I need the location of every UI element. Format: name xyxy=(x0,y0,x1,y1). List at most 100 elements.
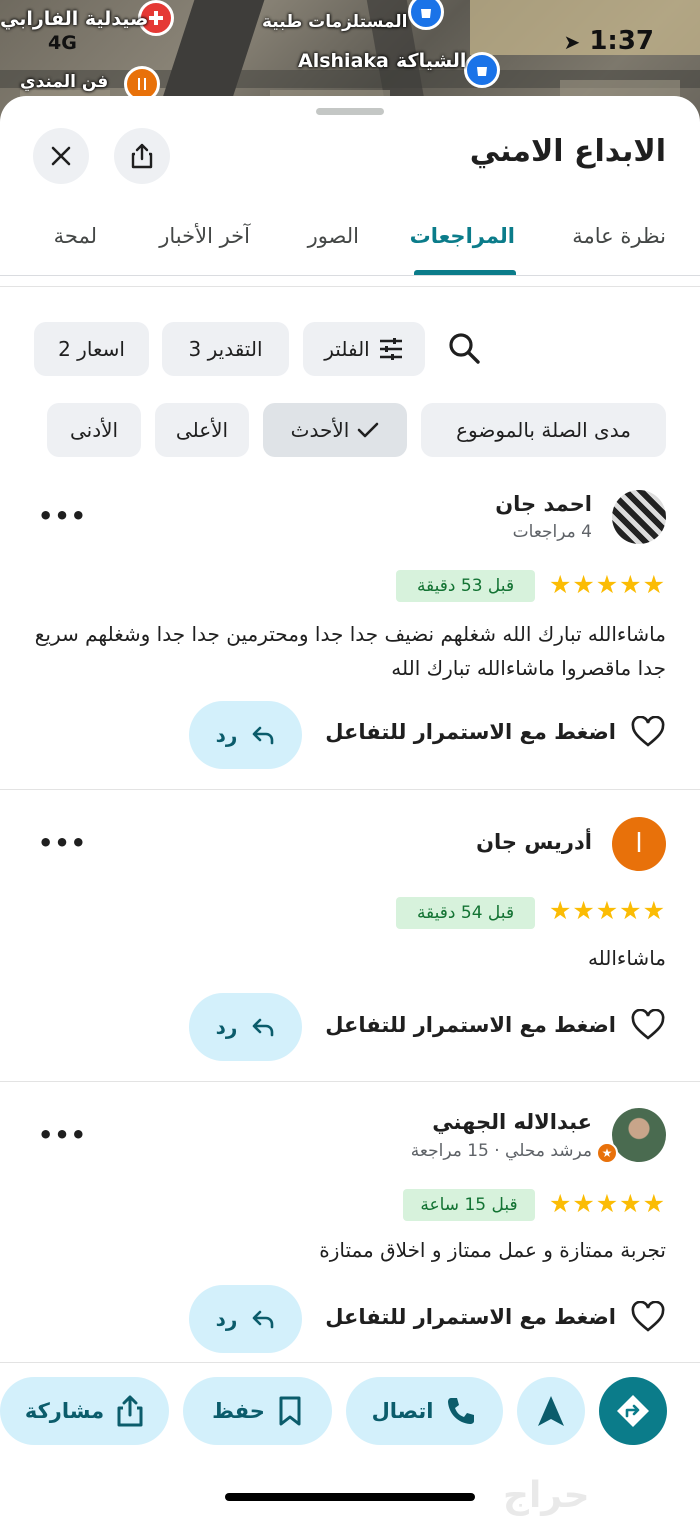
tab-overview[interactable]: نظرة عامة xyxy=(572,224,666,248)
close-button[interactable] xyxy=(33,128,89,184)
watermark-logo: حراج xyxy=(503,1475,590,1516)
rating-label: التقدير 3 xyxy=(188,337,263,361)
reply-button[interactable]: رد xyxy=(189,993,302,1061)
reply-label: رد xyxy=(215,1015,238,1039)
reviewer-meta: 4 مراجعات xyxy=(512,522,592,542)
reply-icon xyxy=(253,1310,274,1329)
navigation-arrow-icon xyxy=(538,1396,564,1426)
save-label: حفظ xyxy=(212,1399,265,1423)
reviewer-name[interactable]: أدريس جان xyxy=(476,830,592,854)
like-button[interactable]: اضغط مع الاستمرار للتفاعل xyxy=(325,1301,666,1333)
shopping-pin-icon[interactable] xyxy=(464,52,500,88)
review-divider xyxy=(0,789,700,790)
reply-icon xyxy=(253,1018,274,1037)
review-time: قبل 53 دقيقة xyxy=(396,570,535,602)
map-label: صيدلية الفارابي xyxy=(0,8,149,30)
place-sheet: الابداع الامني نظرة عامة المراجعات الصور… xyxy=(0,96,700,1515)
tab-bar: نظرة عامة المراجعات الصور آخر الأخبار لم… xyxy=(0,214,700,276)
heart-icon xyxy=(631,1301,665,1332)
reviewer-name[interactable]: عبدالاله الجهني xyxy=(432,1110,592,1134)
sheet-drag-handle[interactable] xyxy=(316,108,384,115)
sort-newest-chip[interactable]: الأحدث xyxy=(263,403,407,457)
like-button[interactable]: اضغط مع الاستمرار للتفاعل xyxy=(325,1009,666,1041)
heart-icon xyxy=(631,1009,665,1040)
tab-updates[interactable]: آخر الأخبار xyxy=(159,224,250,248)
active-tab-indicator xyxy=(414,270,516,275)
status-time: ➤ 1:37 xyxy=(564,26,655,56)
like-label: اضغط مع الاستمرار للتفاعل xyxy=(325,1013,616,1037)
home-indicator[interactable] xyxy=(225,1493,475,1501)
place-title: الابداع الامني xyxy=(469,134,666,169)
like-button[interactable]: اضغط مع الاستمرار للتفاعل xyxy=(325,716,666,748)
review-text: ماشاءالله xyxy=(587,946,666,970)
sort-lowest-chip[interactable]: الأدنى xyxy=(47,403,141,457)
location-arrow-icon: ➤ xyxy=(563,30,581,54)
directions-icon xyxy=(617,1395,649,1427)
reviewer-avatar[interactable]: ا xyxy=(612,817,666,871)
tab-about[interactable]: لمحة xyxy=(54,224,97,248)
close-icon xyxy=(51,146,71,166)
reply-label: رد xyxy=(215,723,238,747)
heart-icon xyxy=(631,716,665,747)
divider xyxy=(0,286,700,287)
sort-highest-label: الأعلى xyxy=(175,418,229,442)
sort-lowest-label: الأدنى xyxy=(69,418,119,442)
save-button[interactable]: حفظ xyxy=(183,1377,332,1445)
share-button[interactable] xyxy=(114,128,170,184)
share-place-button[interactable]: مشاركة xyxy=(0,1377,169,1445)
tune-icon xyxy=(379,338,402,360)
sort-newest-label: الأحدث xyxy=(290,418,350,442)
review-time: قبل 15 ساعة xyxy=(403,1189,535,1221)
review-divider xyxy=(0,1081,700,1082)
like-label: اضغط مع الاستمرار للتفاعل xyxy=(325,720,616,744)
shopping-pin-icon[interactable] xyxy=(408,0,444,30)
reply-button[interactable]: رد xyxy=(189,1285,302,1353)
star-rating: ★★★★★ xyxy=(548,896,666,925)
sort-relevance-chip[interactable]: مدى الصلة بالموضوع xyxy=(421,403,666,457)
directions-button[interactable] xyxy=(599,1377,667,1445)
review-time: قبل 54 دقيقة xyxy=(396,897,535,929)
local-guide-badge-icon: ★ xyxy=(596,1142,618,1164)
reviewer-name[interactable]: احمد جان xyxy=(495,492,592,516)
share-label: مشاركة xyxy=(24,1399,105,1423)
search-reviews-button[interactable] xyxy=(446,330,486,370)
call-label: اتصال xyxy=(371,1399,434,1423)
share-icon xyxy=(117,1395,143,1427)
sort-highest-chip[interactable]: الأعلى xyxy=(155,403,249,457)
more-options-button[interactable]: ••• xyxy=(38,1121,87,1149)
reply-icon xyxy=(253,726,274,745)
prices-chip[interactable]: اسعار 2 xyxy=(34,322,149,376)
more-options-button[interactable]: ••• xyxy=(38,502,87,530)
network-indicator: 4G xyxy=(48,32,77,54)
reply-label: رد xyxy=(215,1307,238,1331)
check-icon xyxy=(358,422,379,438)
tab-reviews[interactable]: المراجعات xyxy=(410,224,515,248)
star-rating: ★★★★★ xyxy=(548,1189,666,1218)
map-label: Alshiaka xyxy=(298,50,389,72)
bookmark-icon xyxy=(279,1396,301,1426)
clock-label: 1:37 xyxy=(589,26,654,56)
review-text: ماشاءالله تبارك الله شغلهم نضيف جدا جدا … xyxy=(34,622,666,680)
map-label: المستلزمات طبية xyxy=(262,12,408,32)
share-icon xyxy=(131,143,153,169)
tab-photos[interactable]: الصور xyxy=(308,224,359,248)
more-options-button[interactable]: ••• xyxy=(38,829,87,857)
action-bar: اتصال حفظ مشاركة حراج xyxy=(0,1362,700,1516)
filter-label: الفلتر xyxy=(324,337,370,361)
rating-chip[interactable]: التقدير 3 xyxy=(162,322,289,376)
filter-chip[interactable]: الفلتر xyxy=(303,322,425,376)
like-label: اضغط مع الاستمرار للتفاعل xyxy=(325,1305,616,1329)
review-text: تجربة ممتازة و عمل ممتاز و اخلاق ممتازة xyxy=(319,1238,666,1262)
map-label: الشياكة xyxy=(396,50,467,72)
map-label: فن المندي xyxy=(20,72,109,92)
reply-button[interactable]: رد xyxy=(189,701,302,769)
reviewer-avatar[interactable] xyxy=(612,1108,666,1162)
reviewer-avatar[interactable] xyxy=(612,490,666,544)
star-rating: ★★★★★ xyxy=(548,570,666,599)
call-button[interactable]: اتصال xyxy=(346,1377,503,1445)
search-icon xyxy=(449,333,480,364)
phone-icon xyxy=(448,1398,475,1424)
prices-label: اسعار 2 xyxy=(58,337,125,361)
start-navigation-button[interactable] xyxy=(517,1377,585,1445)
reviewer-meta: مرشد محلي · 15 مراجعة xyxy=(410,1141,592,1161)
